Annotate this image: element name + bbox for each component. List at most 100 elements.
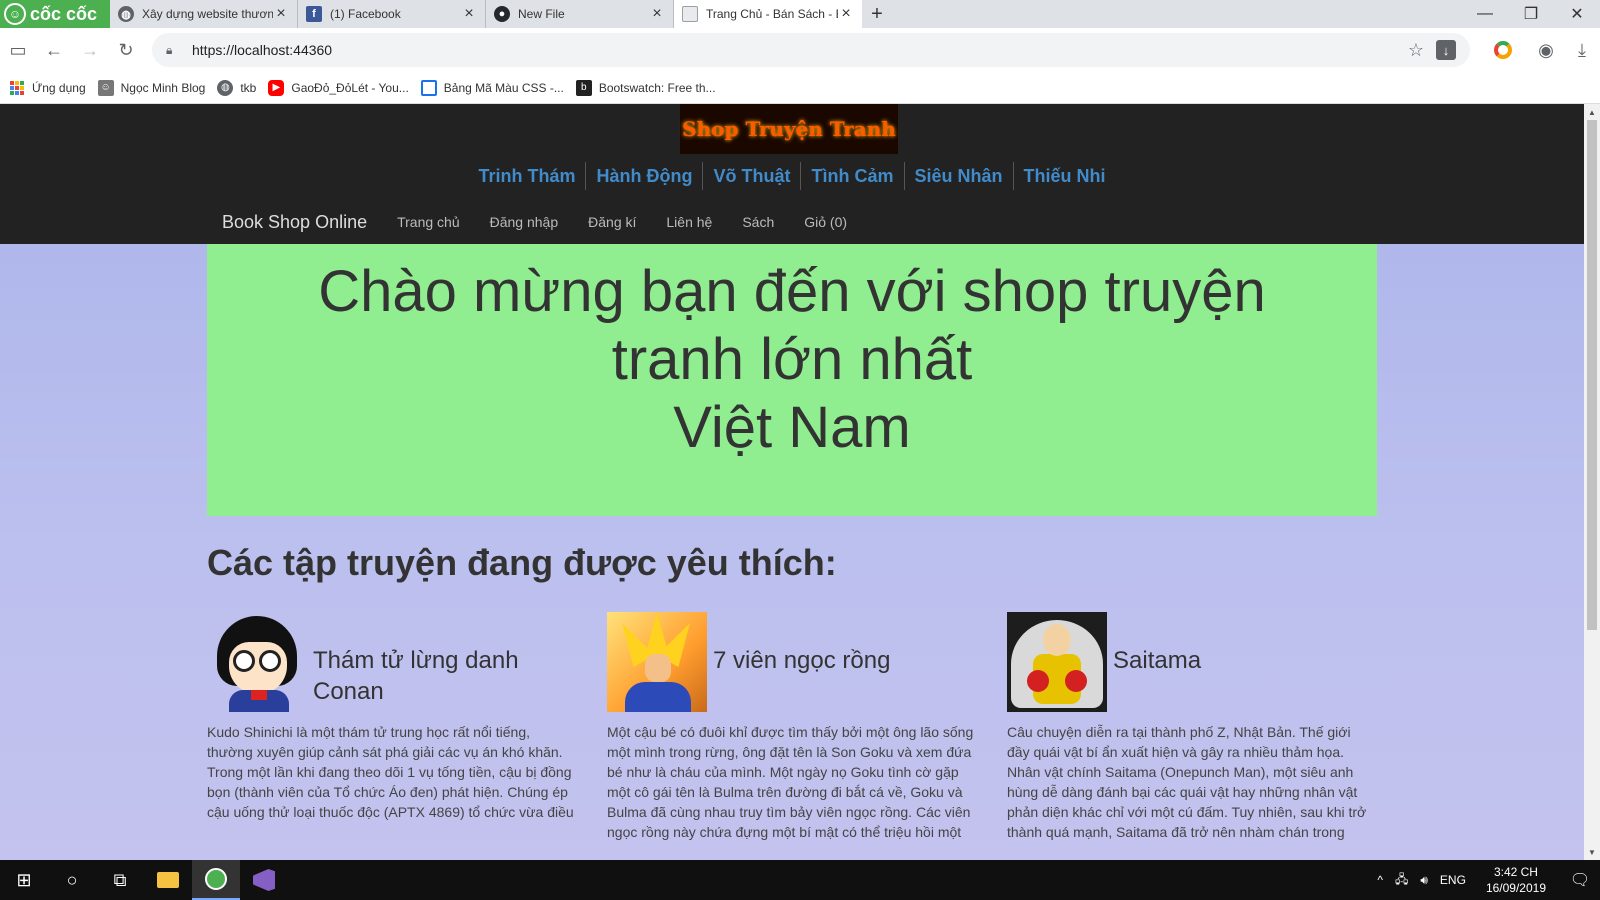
bookmark-label: Ứng dụng bbox=[32, 80, 86, 95]
tab-strip: ☺ cốc cốc ◍ Xây dựng website thương × f … bbox=[0, 0, 1600, 28]
profile-icon[interactable]: ◉ bbox=[1528, 32, 1564, 68]
window-controls: — ❐ ✕ bbox=[1462, 0, 1600, 28]
taskbar-file-explorer[interactable] bbox=[144, 860, 192, 900]
bookmark-bootswatch[interactable]: b Bootswatch: Free th... bbox=[575, 79, 716, 96]
nav-link-register[interactable]: Đăng kí bbox=[588, 214, 636, 230]
forward-icon[interactable]: → bbox=[72, 32, 108, 68]
browser-brand[interactable]: ☺ cốc cốc bbox=[0, 0, 110, 28]
close-icon[interactable]: × bbox=[273, 5, 289, 23]
tab-website[interactable]: ◍ Xây dựng website thương × bbox=[110, 0, 298, 28]
comic-description: Kudo Shinichi là một thám tử trung học r… bbox=[207, 724, 574, 820]
hero-banner: Chào mừng bạn đến với shop truyện tranh … bbox=[207, 244, 1377, 516]
task-view-icon[interactable]: ⧉ bbox=[96, 860, 144, 900]
close-icon[interactable]: × bbox=[461, 5, 477, 23]
windows-start-icon[interactable]: ⊞ bbox=[0, 860, 48, 900]
window-close-icon[interactable]: ✕ bbox=[1554, 0, 1600, 28]
restore-icon[interactable]: ❐ bbox=[1508, 0, 1554, 28]
tab-facebook[interactable]: f (1) Facebook × bbox=[298, 0, 486, 28]
new-tab-button[interactable]: + bbox=[862, 0, 892, 28]
page-scrollbar[interactable]: ▲ ▼ bbox=[1584, 104, 1600, 860]
comic-card-conan: Thám tử lừng danh Conan Kudo Shinichi là… bbox=[207, 612, 577, 822]
network-icon[interactable]: 🖧︎ bbox=[1395, 870, 1408, 891]
coccoc-logo-icon: ☺ bbox=[4, 3, 26, 25]
comic-card-dragon-ball: 7 viên ngọc rồng Một cậu bé có đuôi khỉ … bbox=[607, 612, 977, 842]
address-bar[interactable]: 🔒︎ https://localhost:44360 ☆ ↓ bbox=[152, 33, 1470, 67]
system-tray: ^ 🖧︎ 🔊︎ ENG 3:42 CH 16/09/2019 🗨︎ bbox=[1371, 860, 1600, 900]
tab-github[interactable]: ● New File × bbox=[486, 0, 674, 28]
minimize-icon[interactable]: — bbox=[1462, 0, 1508, 28]
site-logo[interactable]: Shop Truyện Tranh bbox=[680, 104, 898, 154]
tab-bookshop[interactable]: Trang Chủ - Bán Sách - Bo × bbox=[674, 0, 862, 28]
bookmark-css-colors[interactable]: Bảng Mã Màu CSS -... bbox=[420, 79, 564, 96]
bookmark-blog[interactable]: ☺ Ngọc Minh Blog bbox=[97, 79, 206, 96]
nav-link-cart[interactable]: Giỏ (0) bbox=[804, 214, 847, 230]
comic-card-saitama: Saitama Câu chuyện diễn ra tại thành phố… bbox=[1007, 612, 1377, 842]
extension-icon[interactable] bbox=[1494, 41, 1512, 59]
blog-icon: ☺ bbox=[97, 79, 114, 96]
volume-icon[interactable]: 🔊︎ bbox=[1420, 873, 1428, 888]
hero-line: Việt Nam bbox=[673, 395, 911, 460]
table-icon bbox=[420, 79, 437, 96]
clock-date: 16/09/2019 bbox=[1485, 881, 1546, 895]
nav-link-home[interactable]: Trang chủ bbox=[397, 214, 460, 230]
globe-icon: ◍ bbox=[118, 6, 134, 22]
github-icon: ● bbox=[494, 6, 510, 22]
language-indicator[interactable]: ENG bbox=[1440, 873, 1466, 887]
genre-link-vo-thuat[interactable]: Võ Thuật bbox=[703, 162, 802, 190]
dragon-ball-cover-image[interactable] bbox=[607, 612, 707, 712]
bookmark-apps[interactable]: Ứng dụng bbox=[10, 80, 86, 95]
nav-link-books[interactable]: Sách bbox=[742, 214, 774, 230]
bookmark-star-icon[interactable]: ☆ bbox=[1408, 40, 1424, 61]
tab-label: New File bbox=[518, 7, 565, 21]
youtube-icon: ▶ bbox=[268, 79, 285, 96]
nav-link-login[interactable]: Đăng nhập bbox=[490, 214, 559, 230]
genre-link-trinh-tham[interactable]: Trinh Thám bbox=[468, 162, 587, 190]
genre-link-hanh-dong[interactable]: Hành Động bbox=[586, 162, 704, 190]
tab-label: Xây dựng website thương bbox=[142, 7, 273, 21]
hero-line: tranh lớn nhất bbox=[611, 327, 973, 392]
close-icon[interactable]: × bbox=[838, 5, 854, 23]
nav-link-contact[interactable]: Liên hệ bbox=[666, 214, 712, 230]
bookmark-label: Bootswatch: Free th... bbox=[598, 80, 716, 95]
notification-icon[interactable]: 🗨︎ bbox=[1560, 860, 1600, 900]
close-icon[interactable]: × bbox=[649, 5, 665, 23]
scroll-up-icon[interactable]: ▲ bbox=[1584, 104, 1600, 120]
hero-line: Chào mừng bạn đến với shop truyện bbox=[318, 259, 1266, 324]
globe-icon: ◍ bbox=[217, 79, 234, 96]
taskbar-visual-studio[interactable] bbox=[240, 860, 288, 900]
navbar-brand[interactable]: Book Shop Online bbox=[222, 212, 367, 233]
reload-icon[interactable]: ↻ bbox=[108, 32, 144, 68]
bootswatch-icon: b bbox=[575, 79, 592, 96]
bookmark-tkb[interactable]: ◍ tkb bbox=[217, 79, 256, 96]
bookmark-youtube[interactable]: ▶ GaoĐỏ_ĐỏLét - You... bbox=[268, 79, 409, 96]
browser-brand-label: cốc cốc bbox=[30, 3, 98, 24]
comic-description: Câu chuyện diễn ra tại thành phố Z, Nhật… bbox=[1007, 724, 1367, 840]
taskbar-clock[interactable]: 3:42 CH 16/09/2019 bbox=[1486, 864, 1546, 896]
scroll-down-icon[interactable]: ▼ bbox=[1584, 844, 1600, 860]
facebook-icon: f bbox=[306, 6, 322, 22]
tray-chevron-up-icon[interactable]: ^ bbox=[1377, 873, 1383, 887]
document-icon bbox=[682, 6, 698, 22]
sidebar-toggle-icon[interactable]: ▭ bbox=[0, 32, 36, 68]
downloads-icon[interactable]: ⤓ bbox=[1564, 32, 1600, 68]
genre-link-thieu-nhi[interactable]: Thiếu Nhi bbox=[1014, 162, 1116, 190]
coccoc-icon bbox=[205, 868, 227, 890]
genre-link-sieu-nhan[interactable]: Siêu Nhân bbox=[905, 162, 1014, 190]
conan-cover-image[interactable] bbox=[207, 612, 307, 712]
main-navbar: Book Shop Online Trang chủ Đăng nhập Đăn… bbox=[222, 202, 877, 242]
comic-description: Một cậu bé có đuôi khỉ được tìm thấy bởi… bbox=[607, 724, 974, 840]
bookmark-label: Bảng Mã Màu CSS -... bbox=[443, 80, 564, 95]
page-viewport: Shop Truyện Tranh Trinh Thám Hành Động V… bbox=[0, 104, 1584, 860]
bookmark-label: Ngọc Minh Blog bbox=[120, 80, 206, 95]
genre-link-tinh-cam[interactable]: Tình Cảm bbox=[801, 162, 905, 190]
back-icon[interactable]: ← bbox=[36, 32, 72, 68]
taskbar-coccoc[interactable] bbox=[192, 860, 240, 900]
saitama-cover-image[interactable] bbox=[1007, 612, 1107, 712]
scrollbar-thumb[interactable] bbox=[1587, 120, 1597, 630]
tab-label: Trang Chủ - Bán Sách - Bo bbox=[706, 7, 838, 21]
bookmark-label: GaoĐỏ_ĐỏLét - You... bbox=[291, 80, 409, 95]
url-text: https://localhost:44360 bbox=[192, 42, 333, 58]
savior-download-icon[interactable]: ↓ bbox=[1436, 40, 1456, 60]
cortana-search-icon[interactable]: ○ bbox=[48, 860, 96, 900]
apps-grid-icon bbox=[10, 80, 24, 95]
